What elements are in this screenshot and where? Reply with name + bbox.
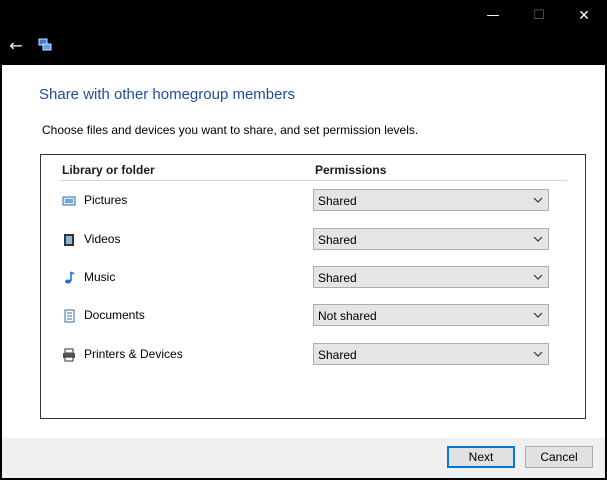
- cancel-button[interactable]: Cancel: [525, 446, 593, 468]
- table-row: Music Shared: [41, 266, 585, 290]
- permission-select-documents[interactable]: Not shared: [313, 304, 549, 326]
- select-value: Shared: [318, 194, 357, 208]
- permissions-column-header: Permissions: [315, 163, 387, 177]
- row-label: Pictures: [84, 193, 128, 207]
- select-value: Not shared: [318, 309, 377, 323]
- close-button[interactable]: ✕: [561, 0, 607, 32]
- documents-icon: [64, 309, 75, 323]
- page-title: Share with other homegroup members: [39, 86, 295, 103]
- back-arrow-icon[interactable]: ←: [6, 36, 26, 56]
- table-row: Documents Not shared: [41, 304, 585, 328]
- permission-select-printers[interactable]: Shared: [313, 343, 549, 365]
- permission-select-pictures[interactable]: Shared: [313, 189, 549, 211]
- next-button[interactable]: Next: [447, 446, 515, 468]
- table-row: Printers & Devices Shared: [41, 343, 585, 367]
- music-icon: [65, 271, 75, 284]
- pictures-icon: [62, 196, 76, 206]
- row-label: Documents: [84, 308, 145, 322]
- select-value: Shared: [318, 233, 357, 247]
- chevron-down-icon: [533, 236, 543, 242]
- table-row: Pictures Shared: [41, 189, 585, 213]
- permission-select-music[interactable]: Shared: [313, 266, 549, 288]
- content-area: Share with other homegroup members Choos…: [2, 65, 605, 438]
- videos-icon: [64, 234, 74, 246]
- chevron-down-icon: [533, 274, 543, 280]
- button-bar: Next Cancel: [2, 438, 605, 478]
- navigation-bar: ←: [0, 32, 607, 65]
- minimize-button[interactable]: —: [470, 0, 516, 32]
- sharing-table: Library or folder Permissions Pictures S…: [40, 154, 586, 419]
- maximize-button: ☐: [533, 8, 545, 23]
- row-label: Music: [84, 270, 116, 284]
- permission-select-videos[interactable]: Shared: [313, 228, 549, 250]
- chevron-down-icon: [533, 312, 543, 318]
- row-label: Videos: [84, 232, 121, 246]
- row-label: Printers & Devices: [84, 347, 183, 361]
- library-column-header: Library or folder: [62, 163, 155, 177]
- printer-icon: [63, 348, 75, 362]
- chevron-down-icon: [533, 197, 543, 203]
- select-value: Shared: [318, 271, 357, 285]
- header-divider: [61, 180, 567, 181]
- homegroup-window: — ☐ ✕ ← Share with other homegroup membe…: [0, 0, 607, 480]
- table-row: Videos Shared: [41, 228, 585, 252]
- instructions-text: Choose files and devices you want to sha…: [42, 123, 419, 137]
- homegroup-icon: [38, 38, 52, 51]
- title-bar: — ☐ ✕: [0, 0, 607, 32]
- chevron-down-icon: [533, 351, 543, 357]
- select-value: Shared: [318, 348, 357, 362]
